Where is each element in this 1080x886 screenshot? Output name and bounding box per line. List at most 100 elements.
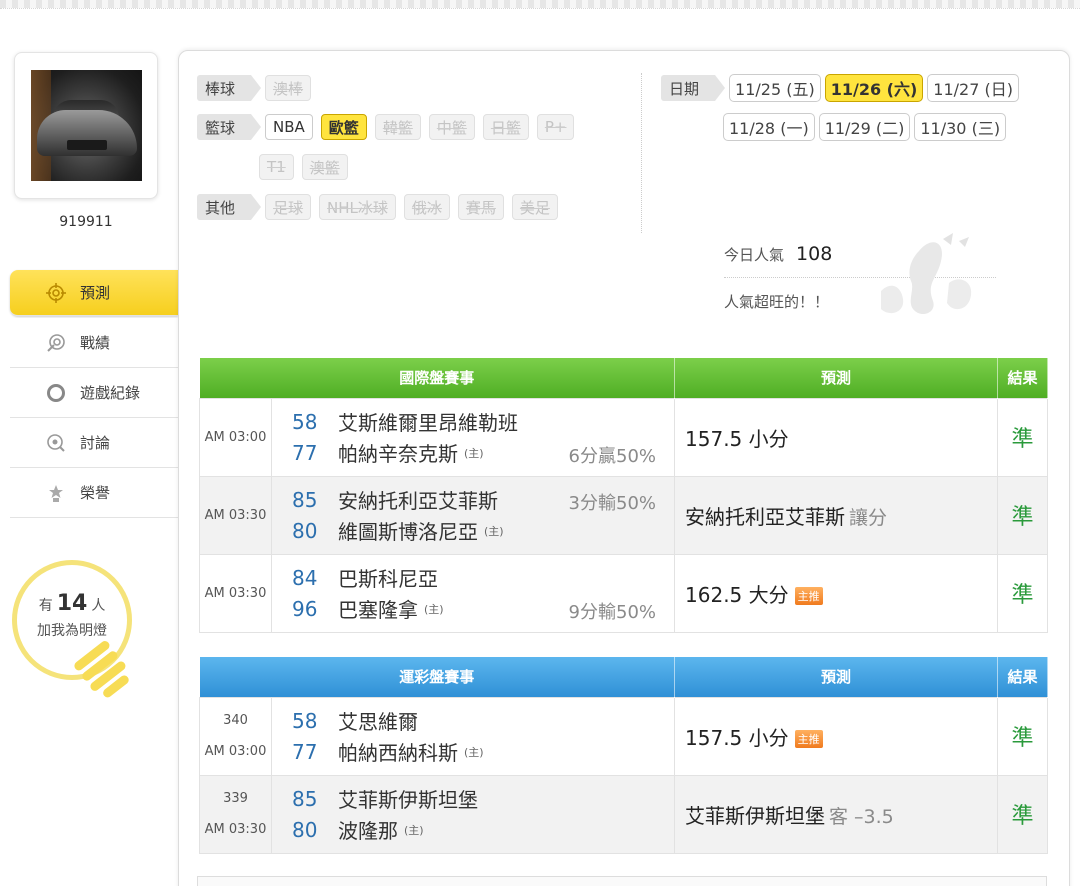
tag-nhl: NHL冰球 — [319, 194, 396, 220]
match-time-cell: 340 AM 03:00 — [199, 696, 272, 776]
category-label-baseball: 棒球 — [197, 75, 262, 101]
username: 919911 — [59, 214, 113, 230]
tag-aus-basketball: 澳籃 — [301, 154, 348, 180]
category-label-basketball: 籃球 — [197, 114, 262, 140]
result-cell: 準 — [997, 475, 1049, 555]
prediction-cell: 艾菲斯伊斯坦堡客 –3.5 — [674, 774, 999, 854]
intl-match-table: 國際盤賽事 預測 結果 AM 03:00 58 艾斯維爾里昂維勒班 77 帕納辛奈克… — [199, 358, 1049, 633]
table-row[interactable]: 340 AM 03:00 58 艾思維爾 77 帕納西納科斯 (主) 157.5 小分主… — [199, 696, 1049, 776]
lottery-header-pred: 預測 — [674, 657, 999, 697]
avatar-card[interactable] — [14, 52, 158, 199]
tag-japan-basketball: 日籃 — [482, 114, 529, 140]
sidebar-nav: 預測 戰績 遊戲紀錄 討論 榮譽 — [10, 270, 188, 518]
score: 80 — [292, 817, 318, 842]
next-section-edge — [197, 876, 1047, 886]
match-time: AM 03:30 — [204, 822, 267, 837]
prediction-cell: 安納托利亞艾菲斯 讓分 — [674, 475, 999, 555]
match-time: AM 03:30 — [199, 553, 272, 633]
category-label-other: 其他 — [197, 194, 262, 220]
popularity-label: 今日人氣 — [724, 246, 785, 264]
home-marker: (主) — [404, 823, 424, 837]
table-row[interactable]: 339 AM 03:30 85 艾菲斯伊斯坦堡 80 波隆那 (主) 艾菲斯伊斯坦堡客 … — [199, 774, 1049, 854]
tag-aus-baseball: 澳棒 — [265, 75, 312, 101]
intl-header-result: 結果 — [997, 358, 1049, 398]
score: 84 — [292, 565, 318, 590]
date-button-1129[interactable]: 11/29 (二) — [818, 113, 911, 141]
prediction-cell: 157.5 小分 主推 — [674, 696, 999, 776]
match-cell: 58 艾斯維爾里昂維勒班 77 帕納辛奈克斯 (主) 6分贏50% — [270, 397, 676, 477]
category-row-other: 其他 足球 NHL冰球 俄冰 賽馬 美足 — [197, 194, 566, 220]
top-decorative-border — [0, 0, 1080, 12]
date-button-1126[interactable]: 11/26 (六) — [824, 74, 924, 102]
date-button-1128[interactable]: 11/28 (一) — [723, 113, 815, 141]
intl-header-pred: 預測 — [674, 358, 999, 398]
tag-soccer: 足球 — [265, 194, 312, 220]
popularity: 今日人氣 108 — [724, 243, 832, 265]
table-row[interactable]: AM 03:30 85 安納托利亞艾菲斯 80 維圖斯博洛尼亞 (主) 3分輸50% … — [199, 475, 1049, 555]
prediction-cell: 162.5 大分 主推 — [674, 553, 999, 633]
table-row[interactable]: AM 03:00 58 艾斯維爾里昂維勒班 77 帕納辛奈克斯 (主) 6分贏50% … — [199, 397, 1049, 477]
team-name: 艾思維爾 — [338, 710, 418, 734]
match-cell: 84 巴斯科尼亞 96 巴塞隆拿 (主) 9分輸50% — [270, 553, 676, 633]
match-cell: 85 安納托利亞艾菲斯 80 維圖斯博洛尼亞 (主) 3分輸50% — [270, 475, 676, 555]
tag-american-football: 美足 — [511, 194, 558, 220]
team-name: 維圖斯博洛尼亞 — [338, 520, 478, 544]
match-number: 340 — [223, 713, 248, 728]
prediction-text: 162.5 大分 — [685, 582, 789, 607]
tag-nba[interactable]: NBA — [265, 114, 313, 140]
avatar[interactable] — [31, 70, 142, 181]
match-time: AM 03:00 — [199, 397, 272, 477]
sidebar-item-predict[interactable]: 預測 — [10, 270, 188, 316]
match-time-cell: 339 AM 03:30 — [199, 774, 272, 854]
record-icon — [46, 333, 66, 353]
fan-prefix: 有 — [38, 598, 53, 614]
table-row[interactable]: AM 03:30 84 巴斯科尼亞 96 巴塞隆拿 (主) 9分輸50% 162.5 … — [199, 553, 1049, 633]
featured-badge: 主推 — [794, 587, 823, 605]
sidebar-item-discussion[interactable]: 討論 — [10, 418, 178, 468]
prediction-type: 客 –3.5 — [829, 805, 894, 828]
prediction-text: 157.5 小分 — [685, 725, 789, 750]
sidebar-item-label: 討論 — [80, 434, 111, 452]
score: 85 — [292, 786, 318, 811]
popularity-value: 108 — [796, 243, 833, 265]
team-name: 艾斯維爾里昂維勒班 — [338, 411, 518, 435]
prediction-type: 讓分 — [849, 506, 888, 529]
team-name: 巴塞隆拿 — [338, 598, 418, 622]
prediction-text: 157.5 小分 — [685, 426, 789, 451]
team-name: 帕納西納科斯 — [338, 741, 458, 765]
handicap: 3分輸50% — [568, 492, 657, 514]
category-row-basketball-2: T1 澳籃 — [259, 154, 356, 180]
intl-header-match: 國際盤賽事 — [199, 358, 676, 398]
team-name: 帕納辛奈克斯 — [338, 442, 458, 466]
prediction-text: 安納托利亞艾菲斯 — [685, 504, 846, 529]
tag-china-basketball: 中籃 — [428, 114, 475, 140]
tag-russia-hockey: 俄冰 — [403, 194, 450, 220]
popularity-note: 人氣超旺的！！ — [724, 293, 830, 311]
category-row-basketball: 籃球 NBA 歐籃 韓籃 中籃 日籃 P+ — [197, 114, 582, 140]
sidebar-item-record[interactable]: 戰績 — [10, 318, 178, 368]
team-name: 艾菲斯伊斯坦堡 — [338, 788, 478, 812]
featured-badge: 主推 — [794, 730, 823, 748]
sidebar-item-game-log[interactable]: 遊戲紀錄 — [10, 368, 178, 418]
match-time: AM 03:00 — [204, 744, 267, 759]
mascot-decoration-icon — [881, 233, 972, 315]
tag-t1: T1 — [259, 154, 294, 180]
fan-count: 14 — [56, 591, 88, 616]
match-time: AM 03:30 — [199, 475, 272, 555]
fan-suffix: 人 — [91, 598, 106, 614]
prediction-cell: 157.5 小分 — [674, 397, 999, 477]
date-row-2: 11/28 (一) 11/29 (二) 11/30 (三) — [723, 113, 1010, 141]
tag-euro-basketball[interactable]: 歐籃 — [320, 114, 367, 140]
score: 77 — [292, 739, 318, 764]
score: 77 — [292, 440, 318, 465]
sidebar-item-label: 榮譽 — [80, 484, 111, 502]
lottery-header-result: 結果 — [997, 657, 1049, 697]
team-name: 波隆那 — [338, 819, 398, 843]
date-button-1130[interactable]: 11/30 (三) — [914, 113, 1007, 141]
result-cell: 準 — [997, 696, 1049, 776]
date-button-1127[interactable]: 11/27 (日) — [927, 74, 1019, 102]
home-marker: (主) — [484, 524, 504, 538]
sidebar-item-honor[interactable]: 榮譽 — [10, 468, 178, 518]
date-button-1125[interactable]: 11/25 (五) — [729, 74, 821, 102]
score: 96 — [292, 596, 318, 621]
